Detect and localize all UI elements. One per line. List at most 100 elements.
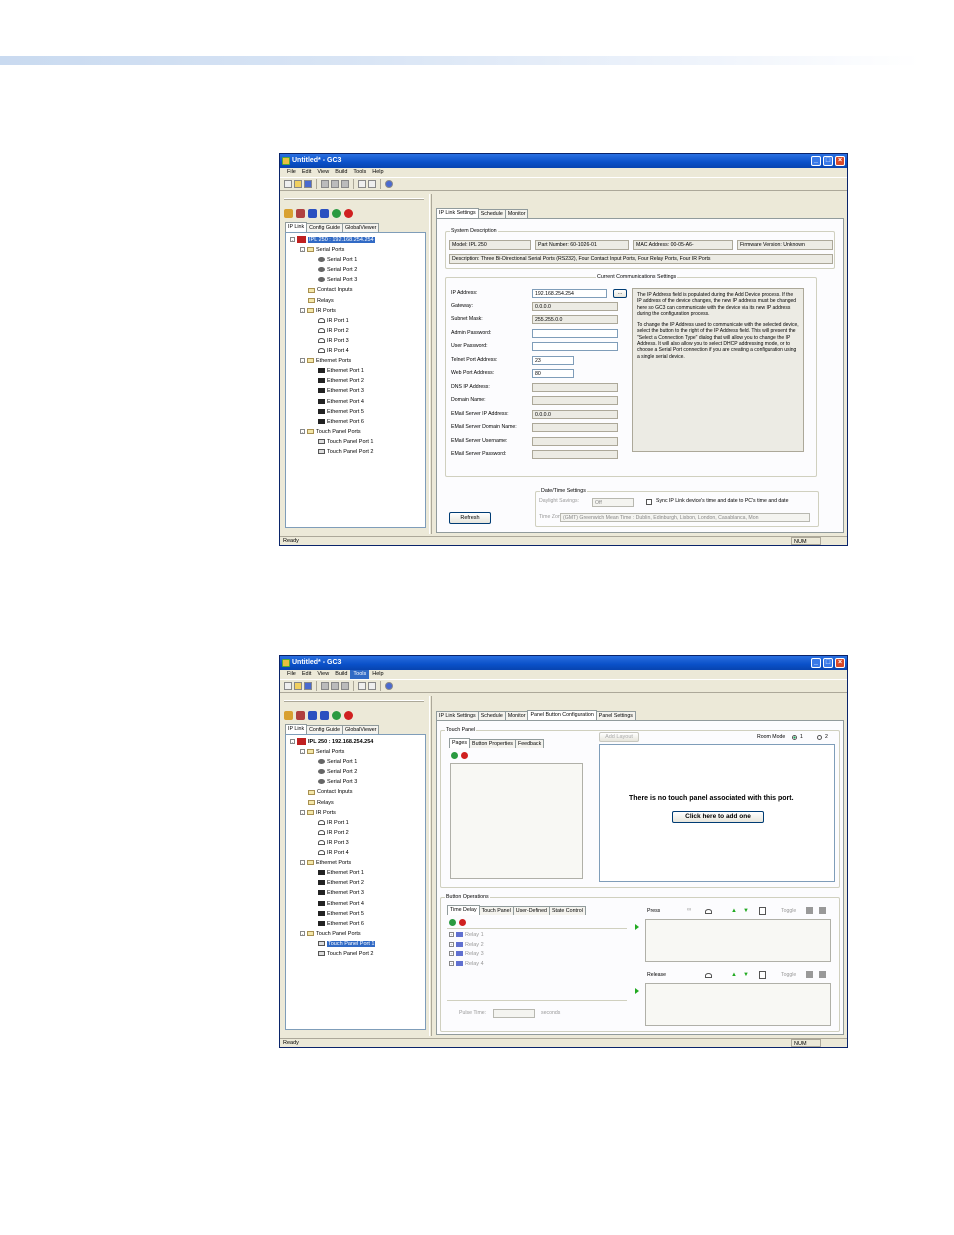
tree-item-serial-port-2[interactable]: Serial Port 2 (290, 265, 375, 275)
tree-item-relays[interactable]: Relays (290, 296, 375, 306)
tab-feedback[interactable]: Feedback (514, 739, 545, 748)
menu-file[interactable]: File (284, 670, 299, 679)
toggle-on-icon[interactable] (806, 907, 813, 914)
tab-time-delay[interactable]: Time Delay (447, 905, 480, 915)
tree-item-serial-ports[interactable]: - Serial Ports (290, 747, 375, 757)
add-press-arrow-icon[interactable] (635, 924, 639, 930)
copy-icon[interactable] (331, 180, 339, 188)
relay-item-1[interactable]: + Relay 1 (449, 930, 624, 940)
maximize-button[interactable]: □ (823, 658, 833, 668)
splitter[interactable] (429, 194, 432, 534)
tree-item-root[interactable]: - IPL 250 : 192.168.254.254 (290, 737, 375, 747)
tree-item-serial-port-3[interactable]: Serial Port 3 (290, 777, 375, 787)
add-icon[interactable] (332, 710, 341, 720)
tab-state-control[interactable]: State Control (548, 906, 586, 915)
export-icon[interactable] (368, 682, 376, 690)
tree-item-touch-panel-port-2[interactable]: Touch Panel Port 2 (290, 949, 375, 959)
tree-item-ethernet-port-2[interactable]: Ethernet Port 2 (290, 878, 375, 888)
tree-item-serial-ports[interactable]: - Serial Ports (290, 245, 375, 255)
open-icon[interactable] (294, 180, 302, 188)
field-input-5[interactable]: 23 (532, 356, 574, 365)
export-icon[interactable] (368, 180, 376, 188)
minimize-button[interactable]: _ (811, 658, 821, 668)
tree-item-ir-port-2[interactable]: IR Port 2 (290, 326, 375, 336)
tree-item-ir-port-2[interactable]: IR Port 2 (290, 828, 375, 838)
remove-icon[interactable] (344, 710, 353, 720)
help-icon[interactable] (385, 180, 393, 188)
field-input-4[interactable] (532, 342, 618, 351)
close-button[interactable]: × (835, 156, 845, 166)
minimize-button[interactable]: _ (811, 156, 821, 166)
timezone-select[interactable]: (GMT) Greenwich Mean Time : Dublin, Edin… (560, 513, 810, 522)
add-touch-panel-button[interactable]: Click here to add one (672, 811, 764, 823)
tab-schedule[interactable]: Schedule (477, 209, 506, 218)
tree-item-ir-port-1[interactable]: IR Port 1 (290, 316, 375, 326)
tree-item-touch-panel-port-1[interactable]: Touch Panel Port 1 (290, 437, 375, 447)
menu-file[interactable]: File (284, 168, 299, 177)
room-mode-1-radio[interactable] (792, 735, 797, 740)
menu-view[interactable]: View (314, 168, 332, 177)
add-operation-icon[interactable] (449, 919, 456, 926)
ir-command-icon[interactable] (705, 973, 712, 978)
remove-icon[interactable] (344, 208, 353, 218)
tree-item-ethernet-port-3[interactable]: Ethernet Port 3 (290, 386, 375, 396)
refresh-button[interactable]: Refresh (449, 512, 491, 524)
delete-command-icon[interactable] (759, 907, 766, 915)
pages-list[interactable] (450, 763, 583, 879)
tree-item-ethernet-port-5[interactable]: Ethernet Port 5 (290, 407, 375, 417)
menu-tools[interactable]: Tools (350, 670, 370, 679)
tree-item-ethernet-ports[interactable]: - Ethernet Ports (290, 858, 375, 868)
tab-button-properties[interactable]: Button Properties (469, 739, 516, 748)
infinity-icon[interactable]: ∞ (687, 907, 691, 914)
maximize-button[interactable]: □ (823, 156, 833, 166)
tree-item-ethernet-port-1[interactable]: Ethernet Port 1 (290, 366, 375, 376)
tab-ip-link-settings[interactable]: IP Link Settings (436, 711, 479, 720)
import-icon[interactable] (358, 682, 366, 690)
remove-device-icon[interactable] (296, 208, 305, 218)
tab-user-defined[interactable]: User-Defined (512, 906, 550, 915)
move-down-icon[interactable]: ▼ (743, 908, 749, 914)
menu-help[interactable]: Help (369, 670, 386, 679)
tree-item-relays[interactable]: Relays (290, 798, 375, 808)
tree-item-serial-port-2[interactable]: Serial Port 2 (290, 767, 375, 777)
paste-icon[interactable] (341, 682, 349, 690)
change-ip-button[interactable]: ... (613, 289, 627, 298)
tree-item-root[interactable]: - IPL 250 : 192.168.254.254 (290, 235, 375, 245)
new-icon[interactable] (284, 180, 292, 188)
tree-item-ir-port-4[interactable]: IR Port 4 (290, 346, 375, 356)
remove-operation-icon[interactable] (459, 919, 466, 926)
tree-item-ir-port-4[interactable]: IR Port 4 (290, 848, 375, 858)
menu-tools[interactable]: Tools (350, 168, 369, 177)
relay-item-4[interactable]: + Relay 4 (449, 959, 624, 969)
tree-item-ethernet-ports[interactable]: - Ethernet Ports (290, 356, 375, 366)
splitter[interactable] (429, 696, 432, 1036)
tree-item-ethernet-port-2[interactable]: Ethernet Port 2 (290, 376, 375, 386)
cut-icon[interactable] (321, 682, 329, 690)
tree-item-ir-ports[interactable]: - IR Ports (290, 808, 375, 818)
relay-item-3[interactable]: + Relay 3 (449, 949, 624, 959)
toggle-off-icon[interactable] (819, 971, 826, 978)
help-icon[interactable] (385, 682, 393, 690)
tree-item-ethernet-port-4[interactable]: Ethernet Port 4 (290, 899, 375, 909)
save-icon[interactable] (304, 682, 312, 690)
release-commands-box[interactable] (645, 983, 831, 1026)
tree-item-touch-panel-ports[interactable]: - Touch Panel Ports (290, 929, 375, 939)
move-up-icon[interactable]: ▲ (731, 908, 737, 914)
tab-ip-link[interactable]: IP Link (285, 222, 308, 232)
cut-icon[interactable] (321, 180, 329, 188)
field-input-0[interactable]: 192.168.254.254 (532, 289, 607, 298)
import-icon[interactable] (358, 180, 366, 188)
menu-edit[interactable]: Edit (299, 168, 314, 177)
tab-schedule[interactable]: Schedule (477, 711, 506, 720)
sync-checkbox[interactable] (646, 499, 652, 505)
tree-item-ir-port-3[interactable]: IR Port 3 (290, 336, 375, 346)
tree-item-contact-inputs[interactable]: Contact Inputs (290, 787, 375, 797)
tree-item-ethernet-port-3[interactable]: Ethernet Port 3 (290, 888, 375, 898)
tree-item-ethernet-port-4[interactable]: Ethernet Port 4 (290, 397, 375, 407)
menu-build[interactable]: Build (332, 670, 350, 679)
new-icon[interactable] (284, 682, 292, 690)
tab-globalviewer[interactable]: GlobalViewer (342, 725, 380, 734)
remove-device-icon[interactable] (296, 710, 305, 720)
pulse-time-select[interactable] (493, 1009, 535, 1018)
add-device-icon[interactable] (284, 710, 293, 720)
